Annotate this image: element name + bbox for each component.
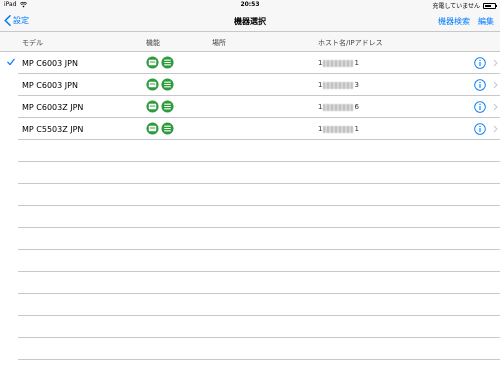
host-suffix: 6 <box>354 103 359 111</box>
chevron-right-icon <box>493 125 498 133</box>
edit-button[interactable]: 編集 <box>478 16 494 27</box>
chevron-right-icon <box>493 81 498 89</box>
device-row[interactable]: MP C6003 JPN 11 <box>7 52 500 74</box>
empty-row <box>18 338 500 360</box>
empty-row <box>18 316 500 338</box>
device-host: 11 <box>318 59 359 67</box>
page-title: 機器選択 <box>234 17 266 26</box>
empty-row <box>18 140 500 162</box>
host-suffix: 1 <box>354 59 359 67</box>
empty-row <box>18 206 500 228</box>
charging-status: 充電していません <box>432 3 480 10</box>
host-prefix: 1 <box>318 59 323 67</box>
device-row[interactable]: MP C6003Z JPN 16 <box>18 96 500 118</box>
column-header-location: 場所 <box>212 39 226 47</box>
navigation-bar: 設定 機器選択 機器検索 編集 <box>0 10 500 32</box>
checkmark-icon <box>7 58 15 66</box>
empty-row <box>18 294 500 316</box>
print-icon <box>161 56 174 69</box>
scan-icon <box>146 56 159 69</box>
battery-icon <box>483 2 497 9</box>
host-obscured <box>323 125 354 133</box>
empty-row <box>18 184 500 206</box>
print-icon <box>161 100 174 113</box>
info-circle-icon[interactable] <box>474 57 486 69</box>
host-obscured <box>323 103 354 111</box>
column-header-model: モデル <box>22 39 43 47</box>
host-prefix: 1 <box>318 125 323 133</box>
battery-fill <box>485 4 491 7</box>
column-header-function: 機能 <box>146 39 160 47</box>
scan-icon <box>146 100 159 113</box>
device-table: MP C6003 JPN 11 MP C6003 JPN 13 MP C6003… <box>0 52 500 360</box>
info-circle-icon[interactable] <box>474 101 486 113</box>
print-icon <box>161 78 174 91</box>
host-suffix: 1 <box>354 125 359 133</box>
device-model: MP C5503Z JPN <box>22 125 84 134</box>
device-model: MP C6003Z JPN <box>22 103 84 112</box>
info-circle-icon[interactable] <box>474 79 486 91</box>
device-host: 13 <box>318 81 359 89</box>
device-row[interactable]: MP C5503Z JPN 11 <box>18 118 500 140</box>
host-suffix: 3 <box>354 81 359 89</box>
device-functions <box>146 100 174 113</box>
column-header-row: モデル 機能 場所 ホスト名/IPアドレス <box>0 32 500 52</box>
host-obscured <box>323 81 354 89</box>
nav-actions: 機器検索 編集 <box>438 16 494 27</box>
device-host: 16 <box>318 103 359 111</box>
host-obscured <box>323 59 354 67</box>
device-model: MP C6003 JPN <box>22 59 78 68</box>
empty-row <box>18 228 500 250</box>
empty-row <box>18 162 500 184</box>
scan-icon <box>146 122 159 135</box>
status-right: 充電していません <box>432 1 497 10</box>
status-bar: iPad 20:53 充電していません <box>0 0 500 10</box>
device-functions <box>146 122 174 135</box>
chevron-right-icon <box>493 59 498 67</box>
device-model: MP C6003 JPN <box>22 81 78 90</box>
empty-row <box>18 250 500 272</box>
device-functions <box>146 78 174 91</box>
empty-row <box>18 272 500 294</box>
device-host: 11 <box>318 125 359 133</box>
chevron-right-icon <box>493 103 498 111</box>
scan-icon <box>146 78 159 91</box>
status-time: 20:53 <box>240 1 260 8</box>
column-header-host: ホスト名/IPアドレス <box>318 39 383 47</box>
info-circle-icon[interactable] <box>474 123 486 135</box>
device-functions <box>146 56 174 69</box>
host-prefix: 1 <box>318 103 323 111</box>
device-search-button[interactable]: 機器検索 <box>438 16 470 27</box>
host-prefix: 1 <box>318 81 323 89</box>
print-icon <box>161 122 174 135</box>
device-row[interactable]: MP C6003 JPN 13 <box>18 74 500 96</box>
